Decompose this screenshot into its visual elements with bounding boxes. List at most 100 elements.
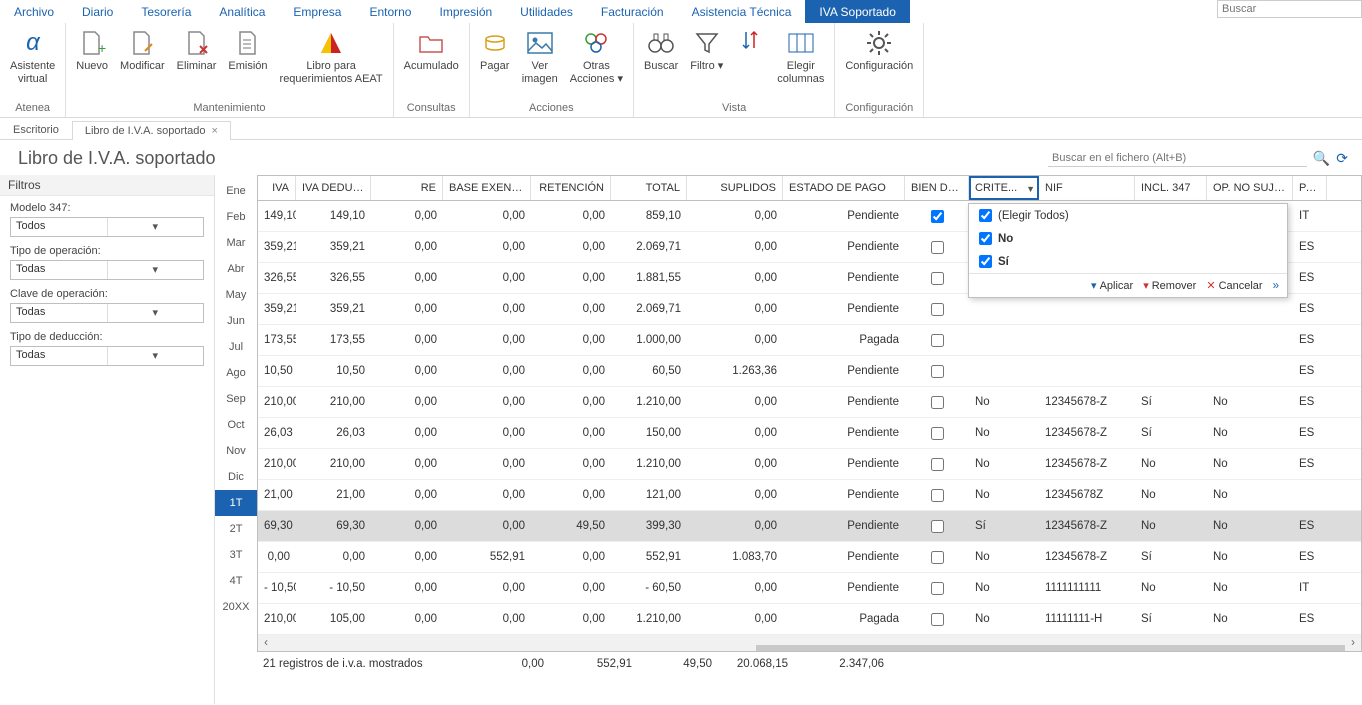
bien-checkbox[interactable]	[931, 458, 944, 471]
scroll-left-icon[interactable]: ‹	[258, 637, 274, 649]
filter-option-checkbox[interactable]	[979, 232, 992, 245]
bien-checkbox[interactable]	[931, 427, 944, 440]
tab-escritorio[interactable]: Escritorio	[0, 120, 72, 139]
month-item-3t[interactable]: 3T	[215, 542, 257, 568]
bien-checkbox[interactable]	[931, 551, 944, 564]
column-header-op-no-sujeta[interactable]: OP. NO SUJETA	[1207, 176, 1293, 200]
ribbon-emision-button[interactable]: Emisión	[222, 25, 273, 76]
column-header-bien-de-i-[interactable]: BIEN DE I...	[905, 176, 969, 200]
search-file-input[interactable]	[1048, 150, 1307, 167]
ribbon-modificar-button[interactable]: Modificar	[114, 25, 171, 76]
ribbon-nuevo-button[interactable]: +Nuevo	[70, 25, 114, 76]
menu-item-iva-soportado[interactable]: IVA Soportado	[805, 0, 910, 23]
ribbon-eliminar-button[interactable]: Eliminar	[171, 25, 223, 76]
chevron-down-icon[interactable]: ▼	[1026, 184, 1035, 194]
ribbon-buscar-button[interactable]: Buscar	[638, 25, 684, 76]
filter-option-checkbox[interactable]	[979, 255, 992, 268]
menu-item-impresi-n[interactable]: Impresión	[425, 0, 506, 23]
month-item-mar[interactable]: Mar	[215, 230, 257, 256]
column-header-iva[interactable]: IVA	[258, 176, 296, 200]
table-row[interactable]: 359,21359,210,000,000,002.069,710,00Pend…	[258, 294, 1361, 325]
month-item-abr[interactable]: Abr	[215, 256, 257, 282]
filter-select-1[interactable]: Todas▾	[10, 260, 204, 280]
column-header-retenci-n[interactable]: RETENCIÓN	[531, 176, 611, 200]
ribbon-ver-imagen-button[interactable]: Ver imagen	[516, 25, 564, 88]
table-row[interactable]: 210,00210,000,000,000,001.210,000,00Pend…	[258, 449, 1361, 480]
filter-option-checkbox[interactable]	[979, 209, 992, 222]
month-item-1t[interactable]: 1T	[215, 490, 257, 516]
search-icon[interactable]: 🔍	[1313, 150, 1330, 167]
filter-option[interactable]: No	[969, 227, 1287, 250]
column-header-suplidos[interactable]: SUPLIDOS	[687, 176, 783, 200]
menu-item-asistencia-t-cnica[interactable]: Asistencia Técnica	[678, 0, 806, 23]
menu-item-utilidades[interactable]: Utilidades	[506, 0, 587, 23]
bien-checkbox[interactable]	[931, 582, 944, 595]
month-item-feb[interactable]: Feb	[215, 204, 257, 230]
table-row[interactable]: 21,0021,000,000,000,00121,000,00Pendient…	[258, 480, 1361, 511]
ribbon-otras-acciones-button[interactable]: Otras Acciones ▾	[564, 25, 629, 88]
column-header-nif[interactable]: NIF	[1039, 176, 1135, 200]
bien-checkbox[interactable]	[931, 489, 944, 502]
bien-checkbox[interactable]	[931, 334, 944, 347]
ribbon-elegir-columnas-button[interactable]: Elegir columnas	[771, 25, 830, 88]
ribbon-filtro-button[interactable]: Filtro ▾	[684, 25, 729, 76]
close-icon[interactable]: ×	[212, 125, 218, 137]
month-item-jun[interactable]: Jun	[215, 308, 257, 334]
apply-button[interactable]: ▾Aplicar	[1091, 279, 1133, 292]
column-header-iva-deduci-[interactable]: IVA DEDUCI...	[296, 176, 371, 200]
table-row[interactable]: - 10,50- 10,500,000,000,00- 60,500,00Pen…	[258, 573, 1361, 604]
month-item-ago[interactable]: Ago	[215, 360, 257, 386]
month-item-dic[interactable]: Dic	[215, 464, 257, 490]
ribbon-sort-button[interactable]	[729, 25, 771, 61]
month-item-4t[interactable]: 4T	[215, 568, 257, 594]
menu-item-anal-tica[interactable]: Analítica	[205, 0, 279, 23]
month-item-nov[interactable]: Nov	[215, 438, 257, 464]
menu-item-entorno[interactable]: Entorno	[355, 0, 425, 23]
scroll-right-icon[interactable]: ›	[1345, 637, 1361, 649]
refresh-icon[interactable]: ⟳	[1336, 150, 1348, 167]
global-search-input[interactable]	[1217, 0, 1362, 18]
bien-checkbox[interactable]	[931, 210, 944, 223]
month-item-may[interactable]: May	[215, 282, 257, 308]
menu-item-archivo[interactable]: Archivo	[0, 0, 68, 23]
table-row[interactable]: 210,00210,000,000,000,001.210,000,00Pend…	[258, 387, 1361, 418]
menu-item-diario[interactable]: Diario	[68, 0, 127, 23]
month-item-2t[interactable]: 2T	[215, 516, 257, 542]
ribbon-configuracion-button[interactable]: Configuración	[839, 25, 919, 76]
remove-button[interactable]: ▾Remover	[1143, 279, 1196, 292]
bien-checkbox[interactable]	[931, 396, 944, 409]
bien-checkbox[interactable]	[931, 365, 944, 378]
filter-option[interactable]: Sí	[969, 250, 1287, 273]
bien-checkbox[interactable]	[931, 303, 944, 316]
cancel-button[interactable]: ✕Cancelar	[1206, 279, 1262, 292]
month-item-sep[interactable]: Sep	[215, 386, 257, 412]
column-header-total[interactable]: TOTAL	[611, 176, 687, 200]
column-header-crite-[interactable]: CRITE...▼	[969, 176, 1039, 200]
column-header-estado-de-pago[interactable]: ESTADO DE PAGO	[783, 176, 905, 200]
month-item-20xx[interactable]: 20XX	[215, 594, 257, 620]
tab-libro-de-i-v-a-soportado[interactable]: Libro de I.V.A. soportado×	[72, 121, 231, 140]
filter-select-3[interactable]: Todas▾	[10, 346, 204, 366]
filter-select-0[interactable]: Todos▾	[10, 217, 204, 237]
month-item-ene[interactable]: Ene	[215, 178, 257, 204]
month-item-oct[interactable]: Oct	[215, 412, 257, 438]
expand-icon[interactable]: »	[1273, 280, 1279, 292]
table-row[interactable]: 173,55173,550,000,000,001.000,000,00Paga…	[258, 325, 1361, 356]
bien-checkbox[interactable]	[931, 520, 944, 533]
ribbon-acumulado-button[interactable]: Acumulado	[398, 25, 465, 76]
horizontal-scrollbar[interactable]: ‹ ›	[258, 635, 1361, 651]
table-row[interactable]: 210,00105,000,000,000,001.210,000,00Paga…	[258, 604, 1361, 635]
menu-item-tesorer-a[interactable]: Tesorería	[127, 0, 205, 23]
table-row[interactable]: 69,3069,300,000,0049,50399,300,00Pendien…	[258, 511, 1361, 542]
ribbon-libro-aeat-button[interactable]: Libro para requerimientos AEAT	[274, 25, 389, 88]
menu-item-facturaci-n[interactable]: Facturación	[587, 0, 678, 23]
ribbon-pagar-button[interactable]: Pagar	[474, 25, 516, 76]
ribbon-asistente-virtual-button[interactable]: αAsistente virtual	[4, 25, 61, 88]
filter-option[interactable]: (Elegir Todos)	[969, 204, 1287, 227]
bien-checkbox[interactable]	[931, 241, 944, 254]
bien-checkbox[interactable]	[931, 272, 944, 285]
menu-item-empresa[interactable]: Empresa	[279, 0, 355, 23]
column-header-base-exenta[interactable]: BASE EXENTA	[443, 176, 531, 200]
month-item-jul[interactable]: Jul	[215, 334, 257, 360]
bien-checkbox[interactable]	[931, 613, 944, 626]
